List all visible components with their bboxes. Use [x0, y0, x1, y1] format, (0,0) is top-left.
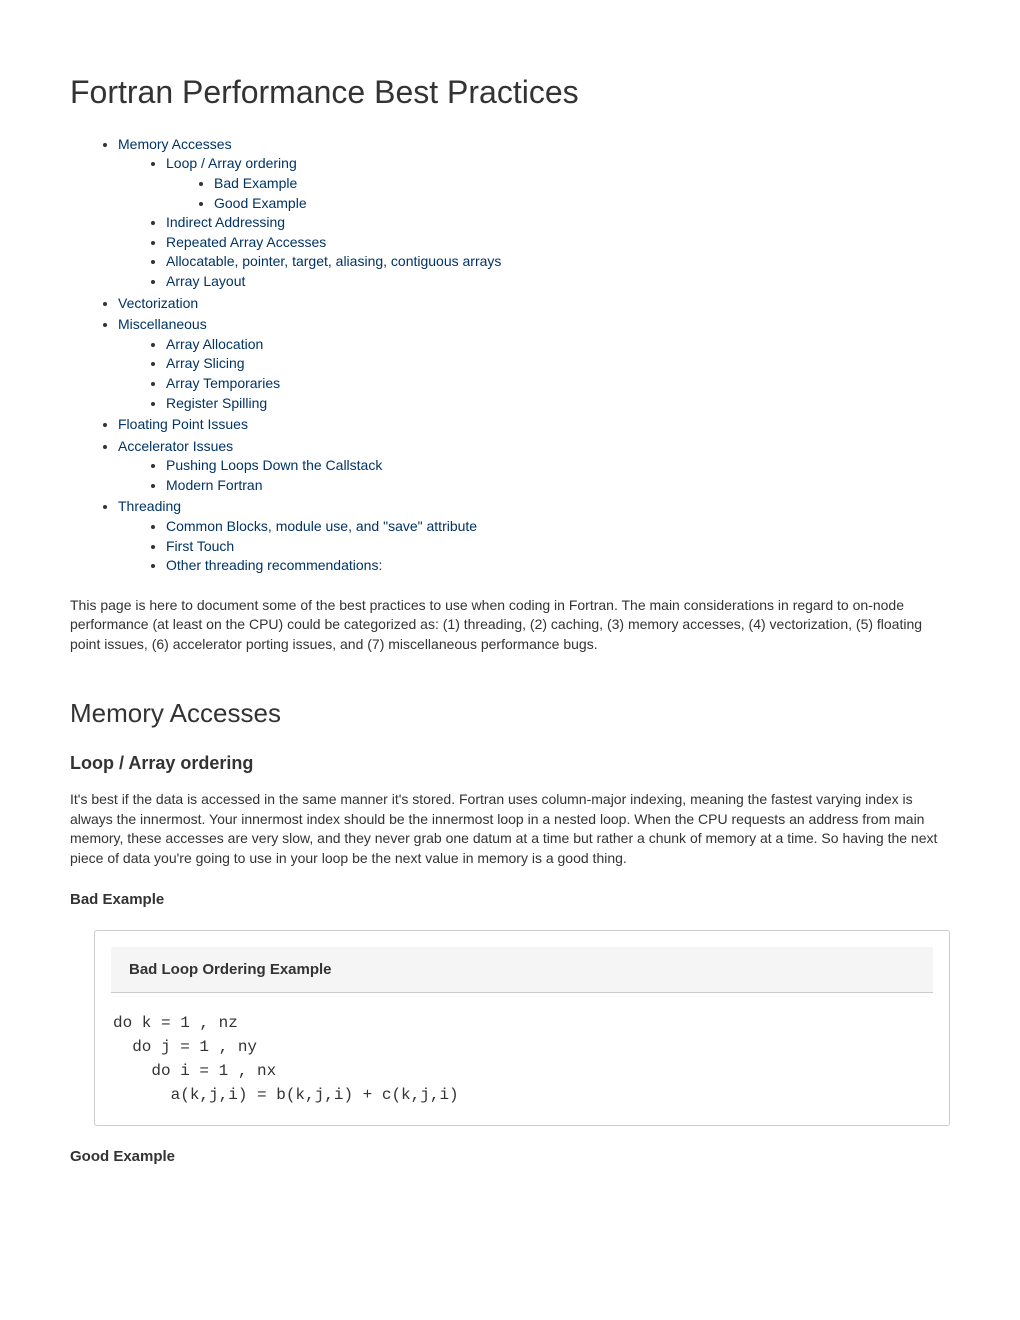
toc-loop-array-ordering[interactable]: Loop / Array ordering: [166, 155, 297, 171]
toc-memory-accesses[interactable]: Memory Accesses: [118, 136, 232, 152]
toc-other-threading[interactable]: Other threading recommendations:: [166, 557, 382, 573]
toc-threading[interactable]: Threading: [118, 498, 181, 514]
toc-bad-example[interactable]: Bad Example: [214, 175, 297, 191]
section-bad-example: Bad Example: [70, 889, 950, 910]
toc-first-touch[interactable]: First Touch: [166, 538, 234, 554]
toc-register-spilling[interactable]: Register Spilling: [166, 395, 267, 411]
toc-indirect-addressing[interactable]: Indirect Addressing: [166, 214, 285, 230]
toc-vectorization[interactable]: Vectorization: [118, 295, 198, 311]
table-of-contents: Memory Accesses Loop / Array ordering Ba…: [70, 135, 950, 576]
section-memory-accesses: Memory Accesses: [70, 695, 950, 731]
toc-repeated-array-accesses[interactable]: Repeated Array Accesses: [166, 234, 326, 250]
toc-floating-point-issues[interactable]: Floating Point Issues: [118, 416, 248, 432]
toc-good-example[interactable]: Good Example: [214, 195, 307, 211]
toc-modern-fortran[interactable]: Modern Fortran: [166, 477, 262, 493]
code-panel-bad: Bad Loop Ordering Example do k = 1 , nz …: [94, 930, 950, 1126]
code-block-bad: do k = 1 , nz do j = 1 , ny do i = 1 , n…: [113, 1011, 931, 1107]
toc-allocatable-pointer[interactable]: Allocatable, pointer, target, aliasing, …: [166, 253, 501, 269]
code-panel-title: Bad Loop Ordering Example: [111, 947, 933, 993]
toc-pushing-loops[interactable]: Pushing Loops Down the Callstack: [166, 457, 382, 473]
toc-array-allocation[interactable]: Array Allocation: [166, 336, 263, 352]
intro-paragraph: This page is here to document some of th…: [70, 596, 950, 655]
toc-array-layout[interactable]: Array Layout: [166, 273, 245, 289]
section-good-example: Good Example: [70, 1146, 950, 1167]
section-loop-array-ordering: Loop / Array ordering: [70, 751, 950, 776]
toc-accelerator-issues[interactable]: Accelerator Issues: [118, 438, 233, 454]
toc-common-blocks[interactable]: Common Blocks, module use, and "save" at…: [166, 518, 477, 534]
loop-array-ordering-body: It's best if the data is accessed in the…: [70, 790, 950, 868]
toc-miscellaneous[interactable]: Miscellaneous: [118, 316, 207, 332]
toc-array-temporaries[interactable]: Array Temporaries: [166, 375, 280, 391]
toc-array-slicing[interactable]: Array Slicing: [166, 355, 245, 371]
page-title: Fortran Performance Best Practices: [70, 70, 950, 115]
